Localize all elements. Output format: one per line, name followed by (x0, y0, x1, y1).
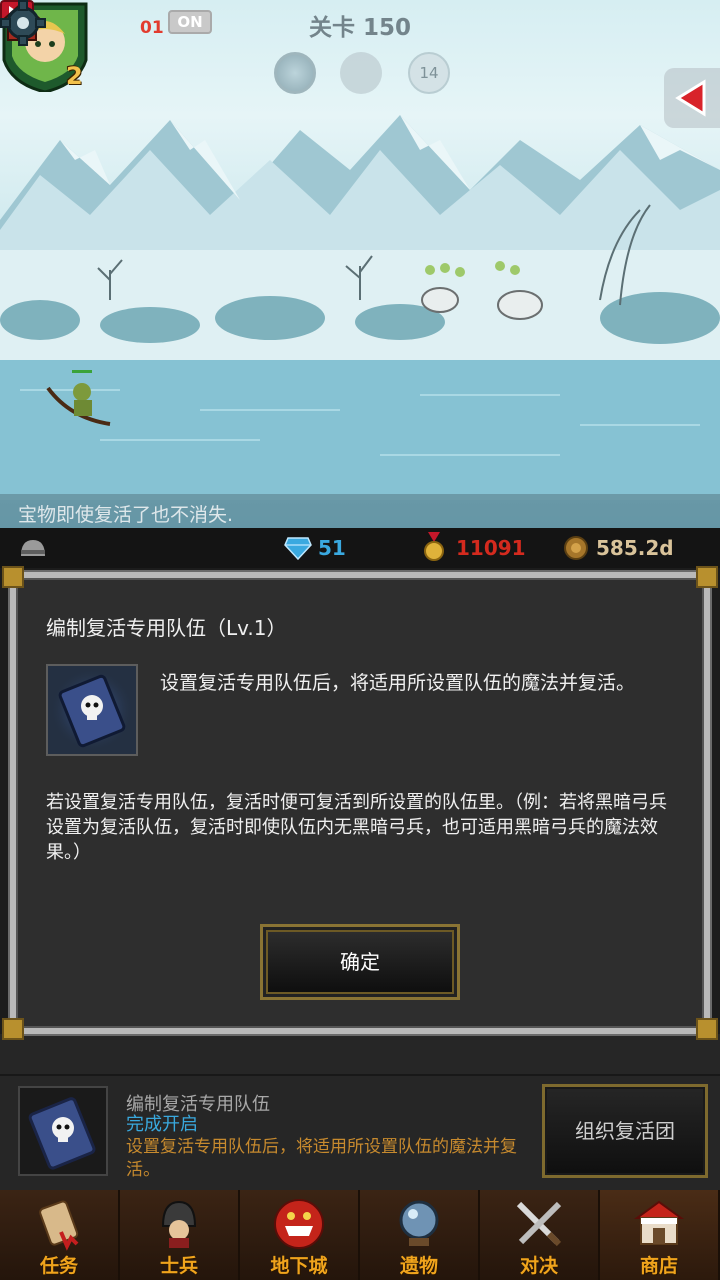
nav-relics[interactable]: 遗物 (360, 1190, 480, 1280)
stage-title: 关卡 150 (308, 15, 412, 41)
dialog-title: 编制复活专用队伍（Lv.1） (46, 616, 287, 640)
organize-revive-team-button[interactable]: 组织复活团 (542, 1084, 708, 1178)
nav-label: 任务 (39, 1255, 78, 1277)
hero-level: 2 (66, 62, 83, 90)
arrow-left-icon (675, 79, 706, 117)
scroll-icon (39, 1200, 79, 1251)
medal-count: 11091 (456, 536, 526, 560)
medal-icon (424, 532, 444, 561)
feature-icon-box (18, 1086, 108, 1176)
boss-wave-icon (274, 52, 316, 94)
helmet-icon[interactable] (18, 536, 48, 560)
relic-orb-icon (399, 1200, 439, 1246)
crossed-swords-icon (516, 1201, 562, 1247)
tip-text: 宝物即使复活了也不消失. (18, 504, 234, 526)
nav-label: 商店 (639, 1255, 678, 1277)
nav-label: 地下城 (270, 1255, 328, 1277)
game-scene: 宝物即使复活了也不消失. 2 x2 01 ON 关卡 150 14 (0, 0, 720, 528)
dialog-icon-box (46, 664, 138, 756)
corner-ornament (2, 1018, 24, 1040)
nav-duel[interactable]: 对决 (480, 1190, 600, 1280)
dialog-description-short: 设置复活专用队伍后，将适用所设置队伍的魔法并复活。 (160, 672, 636, 694)
corner-ornament (696, 1018, 718, 1040)
under-panel (0, 1034, 720, 1074)
skull-book-icon (28, 1097, 96, 1170)
bottom-nav: 任务 士兵 地下城 遗物 对决 商店 (0, 1190, 720, 1280)
nav-soldiers[interactable]: 士兵 (120, 1190, 240, 1280)
corner-ornament (696, 566, 718, 588)
nav-label: 士兵 (159, 1255, 198, 1277)
gold-count: 585.2d (596, 536, 674, 560)
corner-ornament (2, 566, 24, 588)
soldier-icon (161, 1200, 197, 1248)
confirm-button[interactable]: 确定 (260, 924, 460, 1000)
gold-coin-icon (564, 536, 588, 560)
dialog-description-long: 若设置复活专用队伍，复活时便可复活到所设置的队伍里。（例：若将黑暗弓兵设置为复活… (46, 792, 667, 863)
nav-label: 遗物 (399, 1255, 438, 1277)
nav-dungeon[interactable]: 地下城 (240, 1190, 360, 1280)
nav-shop[interactable]: 商店 (600, 1190, 720, 1280)
gear-icon[interactable] (0, 0, 46, 46)
auto-toggle[interactable]: ON (168, 10, 212, 34)
wave-counter: 14 (408, 52, 450, 94)
nav-label: 对决 (519, 1255, 558, 1277)
gem-icon (284, 537, 312, 560)
feature-description: 设置复活专用队伍后，将适用所设置队伍的魔法并复活。 (126, 1137, 517, 1180)
wave-empty-icon (340, 52, 382, 94)
speed-count: 01 (140, 18, 164, 38)
side-panel-toggle[interactable] (664, 68, 720, 128)
gem-count: 51 (318, 536, 346, 560)
shop-icon (633, 1200, 685, 1245)
feature-status: 完成开启 (126, 1114, 198, 1135)
skull-book-icon (50, 668, 134, 752)
nav-quests[interactable]: 任务 (0, 1190, 120, 1280)
dungeon-monster-icon (274, 1199, 324, 1249)
